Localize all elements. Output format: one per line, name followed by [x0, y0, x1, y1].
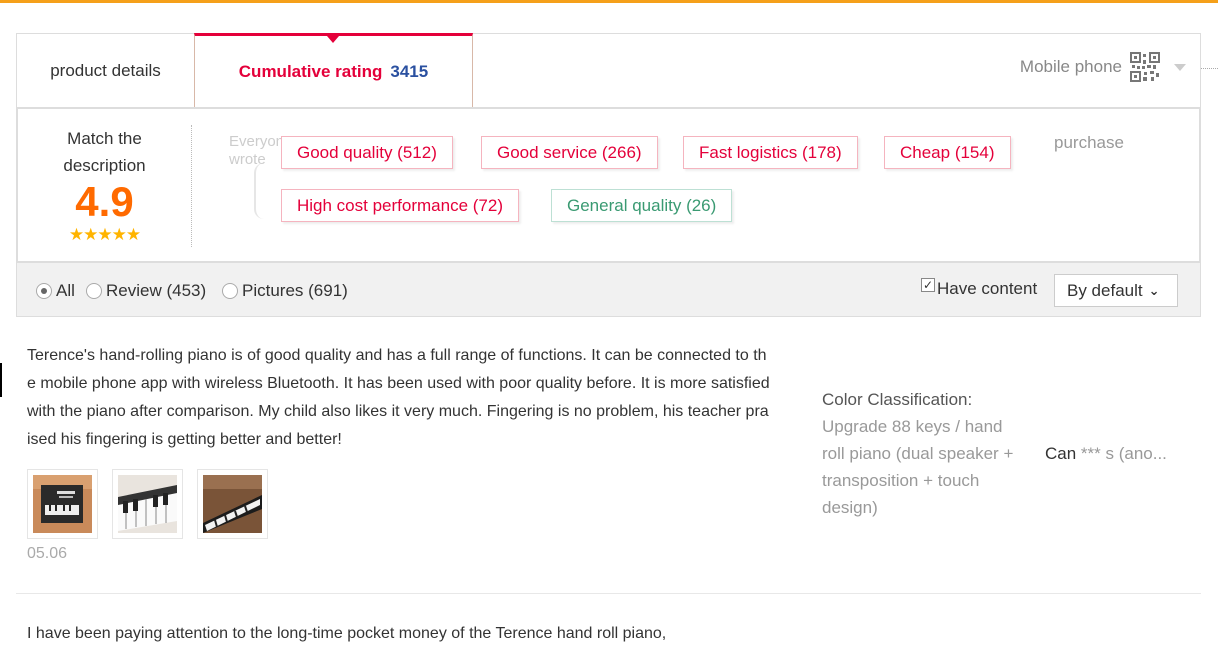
dotted-connector — [1201, 68, 1218, 69]
tab-rating-label: Cumulative rating — [238, 62, 383, 81]
review-text: I have been paying attention to the long… — [27, 625, 667, 642]
score-box: Match the description 4.9 ★★★★★ — [18, 125, 192, 247]
top-accent-bar — [0, 0, 1218, 3]
sort-dropdown[interactable]: By default ⌄ — [1054, 274, 1178, 307]
review-photo-thumbnail[interactable] — [112, 469, 183, 539]
review-date: 05.06 — [27, 545, 68, 562]
radio-review[interactable]: Review (453) — [86, 281, 206, 301]
brace-decoration — [254, 163, 266, 219]
text-cursor-mark — [0, 363, 2, 397]
sku-value: Upgrade 88 keys / hand roll piano (dual … — [822, 417, 1014, 517]
sku-label: Color Classification: — [822, 390, 973, 409]
tab-rating-count: 3415 — [390, 62, 429, 81]
everyone-wrote-label: Everyone wrote — [229, 133, 281, 168]
impression-tag[interactable]: Cheap (154) — [884, 136, 1011, 169]
impression-tag[interactable]: General quality (26) — [551, 189, 733, 222]
mobile-phone-label: Mobile phone — [1019, 57, 1122, 76]
sort-label: By default — [1067, 280, 1143, 300]
review-text: Terence's hand-rolling piano is of good … — [27, 347, 770, 448]
radio-unchecked-icon — [86, 283, 102, 299]
radio-review-label: Review (453) — [106, 281, 207, 300]
radio-pictures-label: Pictures (691) — [242, 281, 348, 300]
review-divider — [16, 593, 1201, 594]
reviewer-name-masked: *** s (ano... — [1080, 444, 1167, 463]
filter-bar: All Review (453) Pictures (691) ✓ Have c… — [16, 263, 1201, 317]
review-photo-thumbnail[interactable] — [197, 469, 268, 539]
impression-tag[interactable]: Fast logistics (178) — [683, 136, 858, 169]
impression-tag[interactable]: High cost performance (72) — [281, 189, 519, 222]
have-content-checkbox[interactable]: ✓ Have content — [921, 278, 1038, 299]
have-content-label: Have content — [937, 279, 1038, 298]
piano-keys-photo — [118, 475, 177, 533]
radio-unchecked-icon — [222, 283, 238, 299]
reviewer-name-start: Can — [1045, 444, 1077, 463]
sku-info: Color Classification: Upgrade 88 keys / … — [822, 386, 1022, 521]
tab-product-details[interactable]: product details — [17, 34, 195, 108]
radio-checked-icon — [36, 283, 52, 299]
impression-tag[interactable]: Good quality (512) — [281, 136, 453, 169]
review-photos — [27, 469, 268, 539]
star-rating-icon: ★★★★★ — [68, 225, 141, 244]
rating-summary-panel: Match the description 4.9 ★★★★★ Everyone… — [16, 107, 1201, 263]
checkbox-checked-icon: ✓ — [921, 278, 935, 292]
score-value: 4.9 — [75, 178, 134, 225]
score-label-line1: Match the — [67, 129, 142, 148]
chevron-down-icon: ⌄ — [1148, 282, 1160, 298]
active-tab-caret-icon — [327, 36, 339, 43]
tab-cumulative-rating[interactable]: Cumulative rating 3415 — [194, 33, 473, 108]
mobile-phone-dropdown[interactable]: Mobile phone — [1020, 52, 1186, 82]
radio-all[interactable]: All — [36, 281, 75, 301]
roll-piano-photo — [203, 475, 262, 533]
qr-code-icon — [1130, 52, 1160, 82]
radio-pictures[interactable]: Pictures (691) — [222, 281, 348, 301]
purchase-label: purchase — [1054, 133, 1124, 152]
chevron-down-icon — [1174, 63, 1186, 71]
radio-all-label: All — [56, 281, 75, 300]
reviewer-name: Can *** s (ano... — [1045, 444, 1167, 464]
piano-box-photo — [33, 475, 92, 533]
impression-tag[interactable]: Good service (266) — [481, 136, 658, 169]
tab-bar: product details Cumulative rating 3415 M… — [16, 33, 1201, 108]
score-label-line2: description — [63, 156, 146, 175]
review-photo-thumbnail[interactable] — [27, 469, 98, 539]
